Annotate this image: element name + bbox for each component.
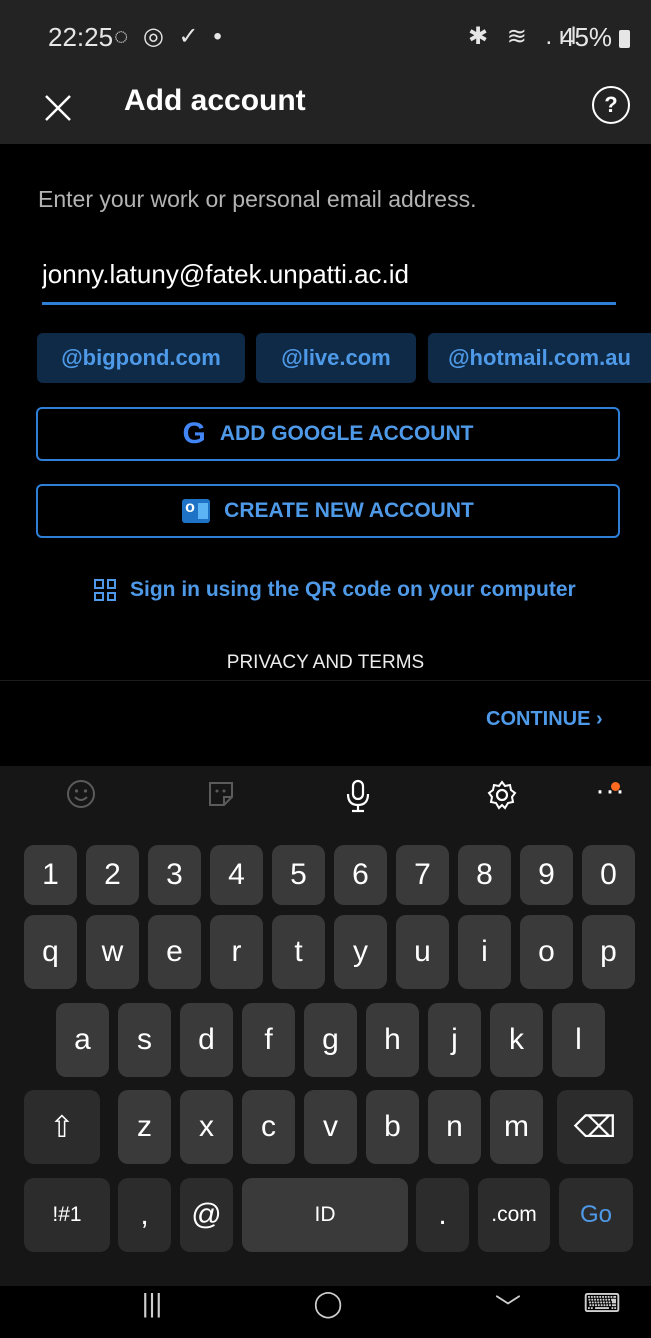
recents-button[interactable]: ||| <box>130 1288 174 1328</box>
key-letter[interactable]: g <box>304 1003 357 1077</box>
qr-sign-in-label: Sign in using the QR code on your comput… <box>130 578 576 601</box>
microphone-icon <box>346 779 370 813</box>
key-letter[interactable]: r <box>210 915 263 989</box>
key-letter[interactable]: t <box>272 915 325 989</box>
emoji-button[interactable] <box>58 778 104 816</box>
battery-icon <box>619 30 631 48</box>
key-letter[interactable]: h <box>366 1003 419 1077</box>
dotcom-key[interactable]: .com <box>478 1178 550 1252</box>
key-number[interactable]: 9 <box>520 845 573 905</box>
battery-percent: 45% <box>560 22 613 52</box>
divider <box>0 680 651 681</box>
domain-suggestion-chip[interactable]: @bigpond.com <box>37 333 245 383</box>
key-number[interactable]: 3 <box>148 845 201 905</box>
shift-key[interactable]: ⇧ <box>24 1090 100 1164</box>
key-number[interactable]: 8 <box>458 845 511 905</box>
key-letter[interactable]: o <box>520 915 573 989</box>
key-letter[interactable]: m <box>490 1090 543 1164</box>
key-letter[interactable]: j <box>428 1003 481 1077</box>
key-letter[interactable]: c <box>242 1090 295 1164</box>
key-letter[interactable]: p <box>582 915 635 989</box>
outlook-icon <box>182 499 211 523</box>
key-letter[interactable]: a <box>56 1003 109 1077</box>
key-number[interactable]: 4 <box>210 845 263 905</box>
key-letter[interactable]: u <box>396 915 449 989</box>
notification-dot <box>611 782 620 791</box>
gear-icon <box>487 780 517 810</box>
home-button[interactable]: ◯ <box>308 1288 348 1328</box>
key-letter[interactable]: s <box>118 1003 171 1077</box>
key-letter[interactable]: x <box>180 1090 233 1164</box>
close-button[interactable] <box>36 86 80 130</box>
symbols-key[interactable]: !#1 <box>24 1178 110 1252</box>
add-google-account-label: ADD GOOGLE ACCOUNT <box>219 422 474 445</box>
key-letter[interactable]: z <box>118 1090 171 1164</box>
continue-button[interactable]: CONTINUE › <box>486 708 603 731</box>
email-input[interactable] <box>42 246 616 305</box>
key-letter[interactable]: e <box>148 915 201 989</box>
privacy-and-terms-link[interactable]: PRIVACY AND TERMS <box>0 652 651 674</box>
key-letter[interactable]: d <box>180 1003 233 1077</box>
at-key[interactable]: @ <box>180 1178 233 1252</box>
key-number[interactable]: 7 <box>396 845 449 905</box>
qr-code-icon <box>94 579 116 601</box>
qr-sign-in-link[interactable]: Sign in using the QR code on your comput… <box>94 574 576 606</box>
create-new-account-label: CREATE NEW ACCOUNT <box>224 499 474 522</box>
key-number[interactable]: 1 <box>24 845 77 905</box>
period-key[interactable]: . <box>416 1178 469 1252</box>
more-icon: ··· <box>595 774 625 807</box>
sticker-button[interactable] <box>198 778 244 816</box>
add-google-account-button[interactable]: G ADD GOOGLE ACCOUNT <box>36 407 620 461</box>
back-button[interactable]: ﹀ <box>488 1288 528 1328</box>
key-letter[interactable]: b <box>366 1090 419 1164</box>
space-key[interactable]: ID <box>242 1178 408 1252</box>
key-letter[interactable]: q <box>24 915 77 989</box>
key-letter[interactable]: i <box>458 915 511 989</box>
help-button[interactable]: ? <box>592 86 630 124</box>
key-letter[interactable]: w <box>86 915 139 989</box>
sticker-icon <box>209 782 233 806</box>
key-letter[interactable]: k <box>490 1003 543 1077</box>
google-icon: G <box>182 417 206 450</box>
settings-button[interactable] <box>482 778 522 816</box>
notification-icons: ◌ ◎ ✓ • <box>114 23 226 50</box>
go-key[interactable]: Go <box>559 1178 633 1252</box>
comma-key[interactable]: , <box>118 1178 171 1252</box>
email-prompt: Enter your work or personal email addres… <box>38 186 477 212</box>
page-title: Add account <box>124 84 306 117</box>
key-number[interactable]: 2 <box>86 845 139 905</box>
status-time: 22:25 <box>48 22 114 52</box>
emoji-icon <box>67 780 95 808</box>
create-new-account-button[interactable]: CREATE NEW ACCOUNT <box>36 484 620 538</box>
more-options-button[interactable]: ··· <box>590 776 630 816</box>
key-letter[interactable]: f <box>242 1003 295 1077</box>
key-letter[interactable]: y <box>334 915 387 989</box>
backspace-key[interactable]: ⌫ <box>557 1090 633 1164</box>
key-letter[interactable]: l <box>552 1003 605 1077</box>
app-bar <box>0 70 651 144</box>
domain-suggestion-chip[interactable]: @live.com <box>256 333 416 383</box>
close-icon <box>45 95 71 121</box>
domain-suggestion-chip[interactable]: @hotmail.com.au <box>428 333 651 383</box>
key-letter[interactable]: n <box>428 1090 481 1164</box>
key-letter[interactable]: v <box>304 1090 357 1164</box>
battery-level: 45% <box>560 22 631 53</box>
key-number[interactable]: 0 <box>582 845 635 905</box>
key-number[interactable]: 6 <box>334 845 387 905</box>
microphone-button[interactable] <box>338 778 378 816</box>
keyboard-toggle-button[interactable]: ⌨ <box>580 1288 624 1328</box>
key-number[interactable]: 5 <box>272 845 325 905</box>
